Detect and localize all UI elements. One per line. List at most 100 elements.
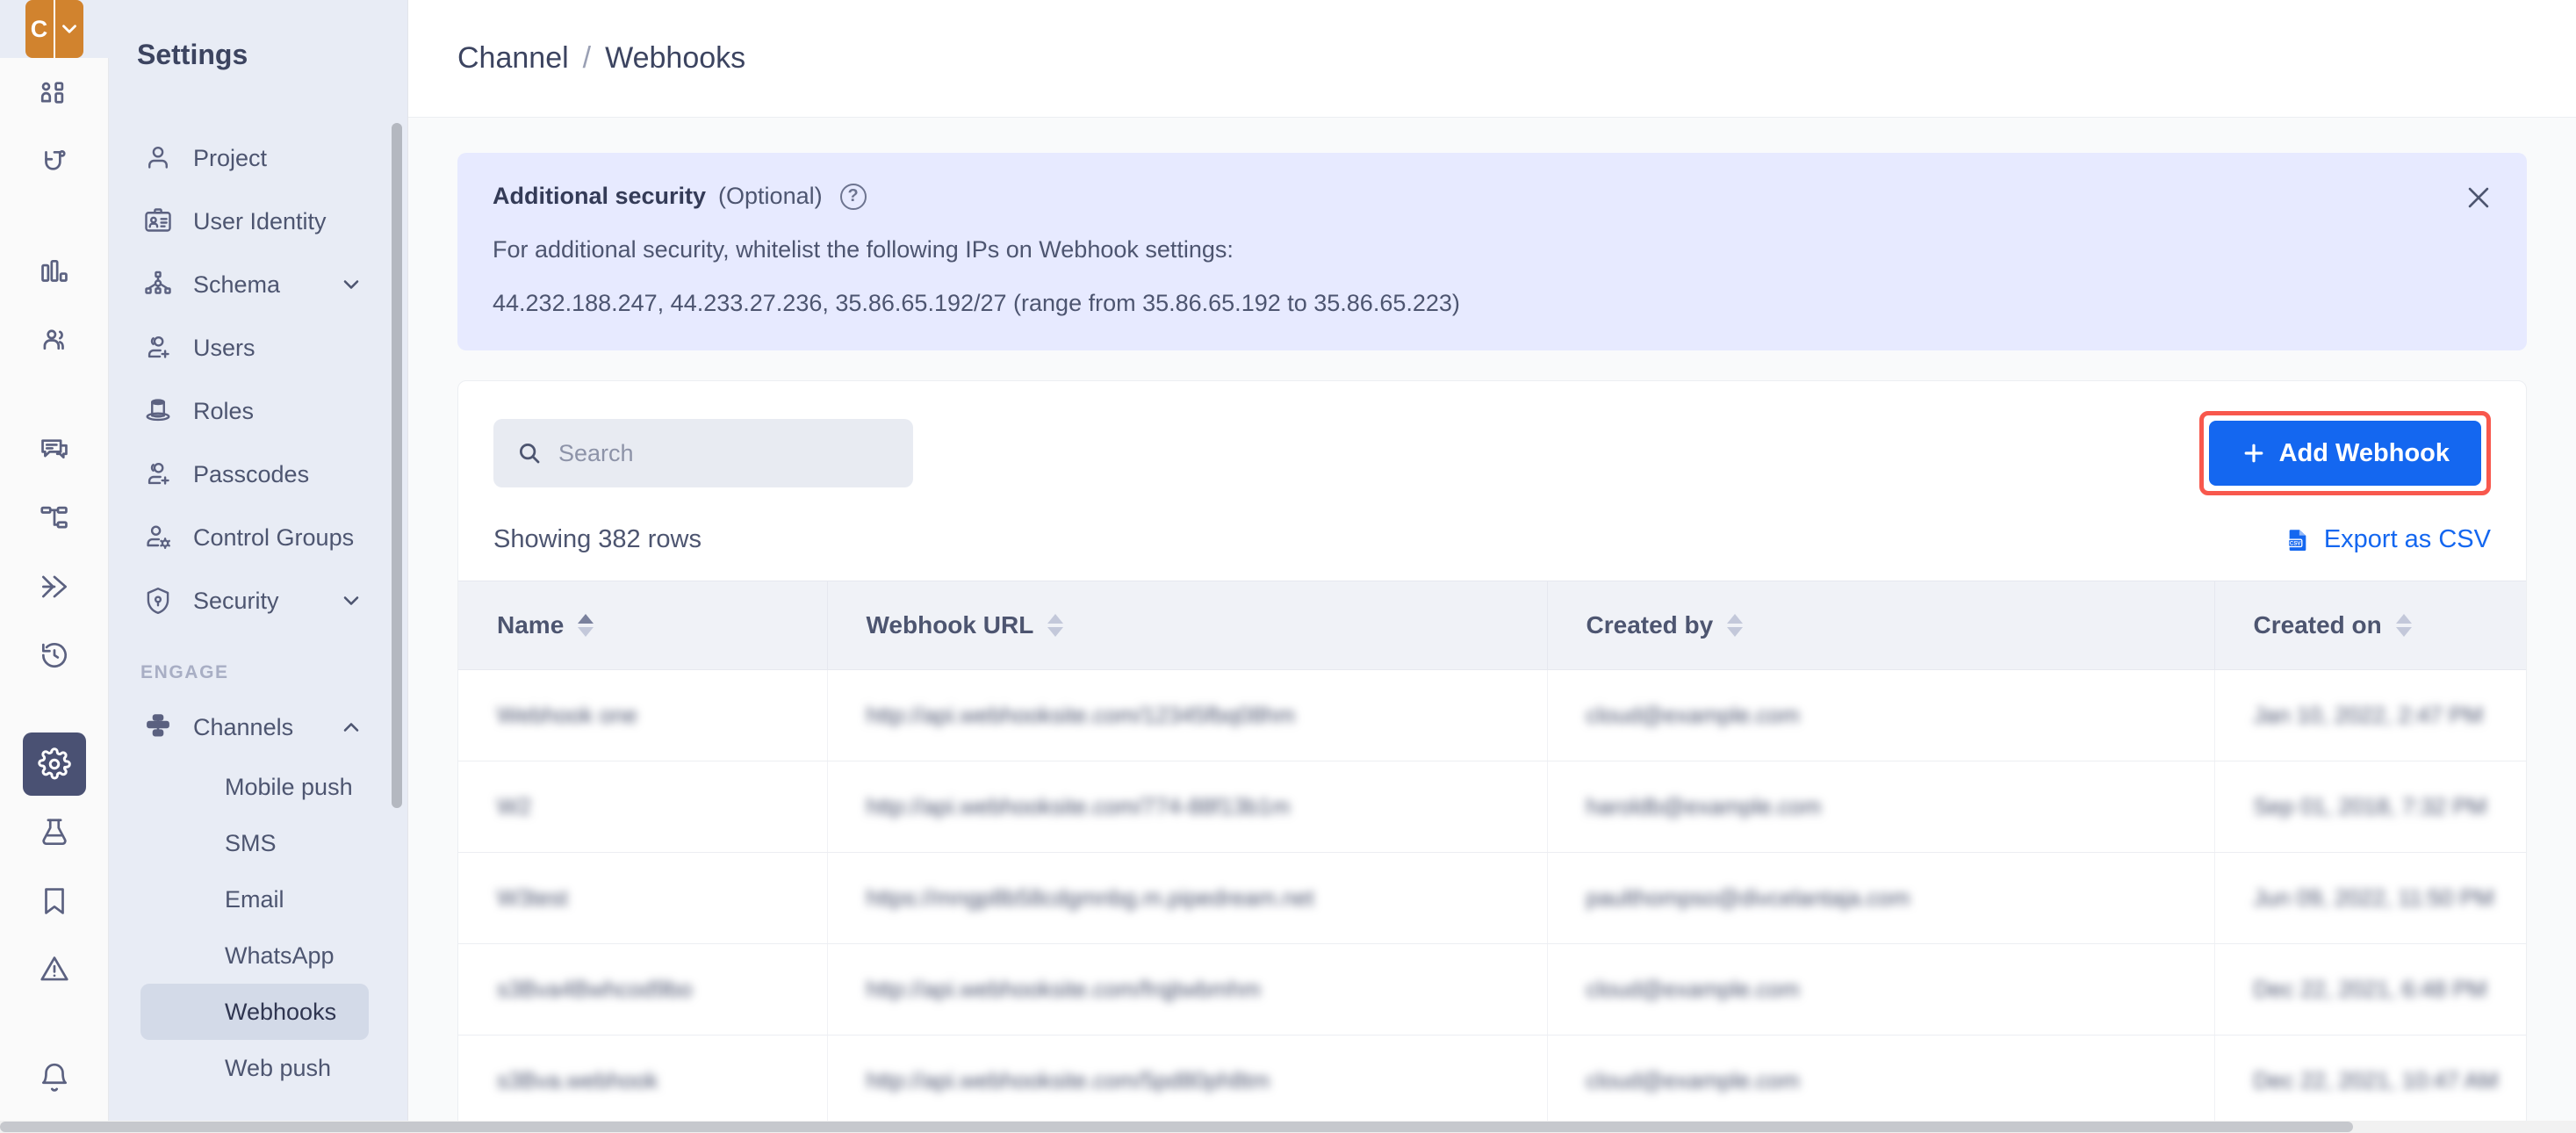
search-icon (516, 440, 543, 466)
column-header-name[interactable]: Name (458, 581, 827, 670)
sort-toggle-name[interactable] (578, 614, 594, 637)
cell-created-on: Jun 09, 2022, 11:50 PM (2213, 852, 2526, 944)
campaign-message-icon[interactable] (23, 418, 86, 481)
sidebar-item-web-push[interactable]: Web push (140, 1040, 369, 1096)
sidebar-item-project[interactable]: Project (118, 126, 383, 190)
sidebar-item-label: Control Groups (193, 523, 355, 551)
sidebar-item-passcodes[interactable]: Passcodes (118, 443, 383, 506)
sidebar-item-control-groups[interactable]: Control Groups (118, 506, 383, 569)
horizontal-scrollbar[interactable] (0, 1121, 2576, 1133)
lab-flask-icon[interactable] (23, 801, 86, 864)
banner-optional-label: (Optional) (718, 183, 823, 209)
bookmark-icon[interactable] (23, 870, 86, 933)
table-row[interactable]: W3test https://mngp8b58cdgmnbg.m.pipedre… (458, 852, 2526, 944)
sort-desc-icon (1047, 627, 1064, 637)
chevron-down-icon[interactable] (339, 588, 363, 613)
panel-toolbar: Add Webhook (458, 381, 2526, 495)
cell-url: https://mngp8b58cdgmnbg.m.pipedream.net (826, 852, 1547, 944)
search-box[interactable] (493, 419, 913, 487)
column-label: Created on (2253, 611, 2382, 639)
cell-created-by: cloud@example.com (1546, 943, 2214, 1036)
logo-letter: C (30, 16, 48, 42)
settings-nav-list: Project User Identity Schema Users Roles… (109, 109, 392, 1096)
search-input[interactable] (558, 439, 890, 467)
webhooks-table: Name Webhook URL Created by Created on W… (458, 581, 2526, 1133)
sort-asc-icon (2395, 614, 2412, 624)
sidebar-item-mobile-push[interactable]: Mobile push (140, 759, 369, 815)
user-gear-icon (142, 522, 174, 553)
breadcrumb: Channel / Webhooks (408, 0, 2576, 118)
shield-icon (142, 585, 174, 617)
sidebar-item-sms[interactable]: SMS (140, 815, 369, 871)
cell-url: http://api.webhooksite.com/12345fbq08hm (826, 669, 1547, 761)
chevron-up-icon[interactable] (339, 715, 363, 740)
plus-icon (2241, 440, 2267, 466)
user-add-icon (142, 458, 174, 490)
magnet-icon[interactable] (23, 132, 86, 195)
table-head: Name Webhook URL Created by Created on (458, 581, 2526, 670)
audience-users-icon[interactable] (23, 309, 86, 372)
panel-subbar: Showing 382 rows CSV Export as CSV (458, 495, 2526, 581)
export-csv-label: Export as CSV (2323, 525, 2491, 553)
sort-desc-icon (2395, 627, 2412, 637)
sort-toggle-created-on[interactable] (2395, 614, 2412, 637)
cell-name: W3test (458, 852, 827, 944)
sidebar-section-engage: ENGAGE (140, 662, 229, 682)
cell-created-by: paulthompso@divcelantaja.com (1546, 852, 2214, 944)
sidebar-item-user-identity[interactable]: User Identity (118, 190, 383, 253)
page-title: Webhooks (605, 41, 746, 75)
question-mark-icon[interactable]: ? (839, 183, 867, 210)
gear-icon[interactable] (22, 732, 86, 796)
sidebar-item-label: Project (193, 144, 268, 171)
sidebar-item-email[interactable]: Email (140, 871, 369, 927)
cell-created-on: Jan 10, 2022, 2:47 PM (2213, 669, 2526, 761)
sidebar-item-whatsapp[interactable]: WhatsApp (140, 927, 369, 984)
table-row[interactable]: s3Bva4Bwhcod9bo http://api.webhooksite.c… (458, 943, 2526, 1036)
sidebar-item-webhooks[interactable]: Webhooks (140, 984, 369, 1040)
close-icon[interactable] (2464, 183, 2493, 213)
table-row[interactable]: W2 http://api.webhooksite.com/774-88f13b… (458, 761, 2526, 853)
sidebar-item-security[interactable]: Security (118, 569, 383, 632)
experiment-icon[interactable] (23, 555, 86, 618)
settings-title: Settings (137, 38, 248, 70)
table-row[interactable]: Webhook one http://api.webhooksite.com/1… (458, 669, 2526, 761)
banner-title: Additional security (493, 183, 707, 209)
bar-chart-icon[interactable] (23, 241, 86, 304)
column-header-webhook-url[interactable]: Webhook URL (826, 581, 1547, 670)
org-structure-icon[interactable] (23, 63, 86, 126)
journey-flow-icon[interactable] (23, 487, 86, 550)
sidebar-item-label: Users (193, 334, 255, 361)
cell-name: s3Bva.webhook (458, 1035, 827, 1127)
warning-triangle-icon[interactable] (23, 938, 86, 1001)
sidebar-item-label: Channels (193, 713, 294, 740)
cell-name: W2 (458, 761, 827, 853)
column-header-created-on[interactable]: Created on (2213, 581, 2526, 670)
sidebar-scrollbar[interactable] (392, 123, 402, 808)
content-area: Additional security (Optional) ? For add… (408, 118, 2576, 1133)
table-header-row: Name Webhook URL Created by Created on (458, 581, 2526, 670)
breadcrumb-parent[interactable]: Channel (457, 41, 569, 76)
sidebar-item-channels[interactable]: Channels (118, 696, 383, 759)
chevron-down-icon[interactable] (339, 272, 363, 297)
sidebar-item-users[interactable]: Users (118, 316, 383, 379)
logo-box[interactable]: C (25, 0, 83, 58)
svg-text:CSV: CSV (2290, 540, 2302, 546)
sort-toggle-created-by[interactable] (1727, 614, 1744, 637)
sidebar-item-label: Passcodes (193, 460, 310, 487)
workspace-logo[interactable]: C (0, 0, 109, 58)
horizontal-scrollbar-thumb[interactable] (0, 1122, 2353, 1132)
column-header-created-by[interactable]: Created by (1546, 581, 2214, 670)
channels-icon (142, 711, 174, 743)
column-label: Created by (1586, 611, 1714, 639)
sidebar-item-schema[interactable]: Schema (118, 253, 383, 316)
sort-toggle-url[interactable] (1047, 614, 1064, 637)
history-clock-icon[interactable] (23, 624, 86, 687)
sidebar-item-label: Schema (193, 271, 281, 298)
export-csv-button[interactable]: CSV Export as CSV (2284, 525, 2491, 554)
table-row[interactable]: s3Bva.webhook http://api.webhooksite.com… (458, 1035, 2526, 1127)
sidebar-item-roles[interactable]: Roles (118, 379, 383, 443)
banner-line-1: For additional security, whitelist the f… (493, 236, 1234, 263)
add-webhook-button[interactable]: Add Webhook (2208, 421, 2481, 486)
chevron-down-icon[interactable] (55, 18, 83, 40)
bell-icon[interactable] (23, 1047, 86, 1110)
